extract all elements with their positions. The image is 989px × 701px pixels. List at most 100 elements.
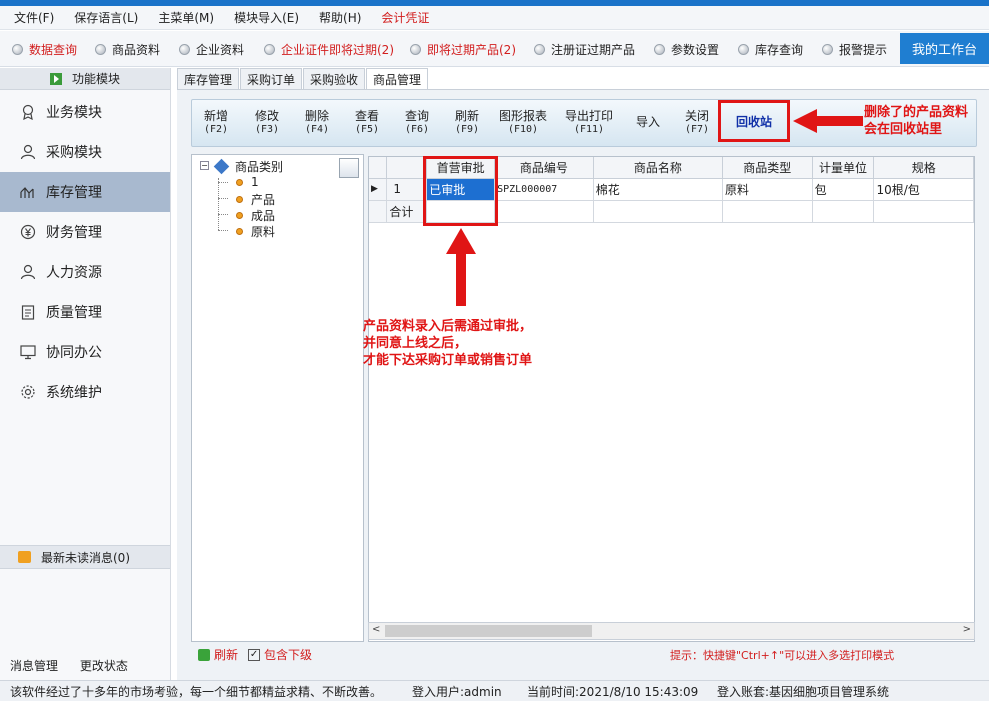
tree-root[interactable]: 商品类别 bbox=[213, 158, 283, 175]
status-intro: 该软件经过了十多年的市场考验，每一个细节都精益求精、不断改善。 bbox=[10, 684, 383, 699]
radio-icon bbox=[179, 43, 190, 55]
menu-main[interactable]: 主菜单(M) bbox=[158, 9, 214, 26]
total-cell bbox=[593, 200, 723, 223]
refresh-button[interactable]: 刷新 (F9) bbox=[455, 110, 479, 136]
scroll-right-icon[interactable]: > bbox=[963, 624, 971, 635]
sidebar: 功能模块 业务模块 采购模块 库存管理 财务管理 人力资源 质量管理 协同办公 … bbox=[0, 68, 171, 680]
scroll-thumb[interactable] bbox=[385, 625, 592, 637]
status-time: 当前时间:2021/8/10 15:43:09 bbox=[527, 684, 699, 699]
cell-product-type[interactable]: 原料 bbox=[722, 178, 813, 201]
tree-line bbox=[218, 214, 228, 215]
tab-purchase-inspection[interactable]: 采购验收 bbox=[303, 68, 366, 89]
delete-button[interactable]: 删除 (F4) bbox=[305, 110, 329, 136]
quick-product-info[interactable]: 商品资料 bbox=[95, 41, 160, 57]
tree-line bbox=[218, 178, 219, 230]
cell-product-name[interactable]: 棉花 bbox=[593, 178, 723, 201]
tree-node[interactable]: 1 bbox=[236, 175, 259, 189]
scroll-left-icon[interactable]: < bbox=[372, 624, 380, 635]
import-button[interactable]: 导入 bbox=[636, 116, 660, 129]
message-manage-link[interactable]: 消息管理 bbox=[10, 659, 58, 673]
quick-inventory-query[interactable]: 库存查询 bbox=[738, 41, 803, 57]
quick-license-expiring[interactable]: 企业证件即将过期(2) bbox=[264, 41, 394, 57]
category-tree: − 商品类别 1 产品 成品 原料 bbox=[191, 154, 364, 642]
module-icon bbox=[49, 72, 62, 85]
sidebar-item-hr[interactable]: 人力资源 bbox=[0, 252, 170, 292]
sidebar-item-maintenance[interactable]: 系统维护 bbox=[0, 372, 170, 412]
add-button[interactable]: 新增 (F2) bbox=[204, 110, 228, 136]
view-button[interactable]: 查看 (F5) bbox=[355, 110, 379, 136]
cell-unit[interactable]: 包 bbox=[812, 178, 875, 201]
monitor-icon bbox=[20, 344, 36, 360]
edit-button[interactable]: 修改 (F3) bbox=[255, 110, 279, 136]
unread-messages[interactable]: 最新未读消息(0) bbox=[0, 545, 170, 569]
sidebar-item-quality[interactable]: 质量管理 bbox=[0, 292, 170, 332]
annotation-arrow-left-icon bbox=[793, 109, 863, 133]
tree-refresh-link[interactable]: 刷新 bbox=[214, 646, 238, 663]
chart-icon bbox=[20, 184, 36, 200]
tree-line bbox=[218, 230, 228, 231]
radio-icon bbox=[12, 43, 23, 55]
sidebar-item-inventory[interactable]: 库存管理 bbox=[0, 172, 170, 212]
query-button[interactable]: 查询 (F6) bbox=[405, 110, 429, 136]
tab-purchase-order[interactable]: 采购订单 bbox=[240, 68, 303, 89]
tree-node[interactable]: 产品 bbox=[236, 191, 275, 208]
total-label: 合计 bbox=[386, 200, 428, 223]
close-button[interactable]: 关闭 (F7) bbox=[685, 110, 709, 136]
my-workbench-button[interactable]: 我的工作台 bbox=[900, 33, 989, 64]
tree-tool-button[interactable] bbox=[339, 158, 359, 178]
sidebar-footer: 消息管理 更改状态 bbox=[10, 657, 146, 674]
change-status-link[interactable]: 更改状态 bbox=[80, 659, 128, 673]
quick-data-query[interactable]: 数据查询 bbox=[12, 41, 77, 57]
speaker-icon bbox=[18, 551, 31, 563]
user-icon bbox=[20, 144, 36, 160]
menu-accounting-voucher[interactable]: 会计凭证 bbox=[381, 9, 429, 26]
quick-alarm-tips[interactable]: 报警提示 bbox=[822, 41, 887, 57]
tree-node[interactable]: 成品 bbox=[236, 207, 275, 224]
menu-help[interactable]: 帮助(H) bbox=[319, 9, 361, 26]
horizontal-scrollbar[interactable]: < > bbox=[368, 622, 975, 640]
export-print-button[interactable]: 导出打印 (F11) bbox=[565, 110, 613, 136]
award-icon bbox=[20, 104, 36, 120]
sidebar-item-purchase[interactable]: 采购模块 bbox=[0, 132, 170, 172]
tree-line bbox=[218, 198, 228, 199]
shortcut-hint: 提示：快捷键"Ctrl+↑"可以进入多选打印模式 bbox=[670, 649, 895, 662]
column-header[interactable]: 计量单位 bbox=[812, 157, 875, 179]
menu-bar: 文件(F) 保存语言(L) 主菜单(M) 模块导入(E) 帮助(H) 会计凭证 bbox=[0, 6, 989, 30]
person-icon bbox=[20, 264, 36, 280]
recycle-bin-button[interactable]: 回收站 bbox=[718, 100, 790, 142]
total-cell bbox=[722, 200, 813, 223]
chart-report-button[interactable]: 图形报表 (F10) bbox=[499, 110, 547, 136]
sidebar-item-finance[interactable]: 财务管理 bbox=[0, 212, 170, 252]
quick-product-expiring[interactable]: 即将过期产品(2) bbox=[410, 41, 516, 57]
collapse-icon[interactable]: − bbox=[200, 161, 209, 170]
tab-product-manage[interactable]: 商品管理 bbox=[366, 68, 429, 90]
tree-options: 刷新 ✓ 包含下级 bbox=[198, 646, 312, 663]
tab-inventory[interactable]: 库存管理 bbox=[177, 68, 240, 89]
sidebar-item-office[interactable]: 协同办公 bbox=[0, 332, 170, 372]
column-header[interactable]: 商品名称 bbox=[593, 157, 723, 179]
menu-save-language[interactable]: 保存语言(L) bbox=[74, 9, 138, 26]
menu-module-import[interactable]: 模块导入(E) bbox=[234, 9, 299, 26]
total-cell bbox=[873, 200, 974, 223]
cell-product-code[interactable]: SPZL000007 bbox=[494, 178, 594, 201]
radio-icon bbox=[738, 43, 749, 55]
column-header[interactable]: 商品类型 bbox=[722, 157, 813, 179]
quick-company-info[interactable]: 企业资料 bbox=[179, 41, 244, 57]
total-cell bbox=[494, 200, 594, 223]
radio-icon bbox=[534, 43, 545, 55]
tree-line bbox=[218, 182, 228, 183]
cell-spec[interactable]: 10根/包 bbox=[873, 178, 974, 201]
quick-registration-expired[interactable]: 注册证过期产品 bbox=[534, 41, 635, 57]
column-header[interactable]: 商品编号 bbox=[494, 157, 594, 179]
include-sub-label: 包含下级 bbox=[264, 648, 313, 662]
quick-parameter-settings[interactable]: 参数设置 bbox=[654, 41, 719, 57]
column-header[interactable]: 规格 bbox=[873, 157, 974, 179]
menu-file[interactable]: 文件(F) bbox=[14, 9, 54, 26]
tree-node[interactable]: 原料 bbox=[236, 223, 275, 240]
include-sub-checkbox[interactable]: ✓ bbox=[248, 648, 261, 661]
refresh-icon bbox=[198, 648, 210, 661]
node-icon bbox=[236, 178, 243, 186]
radio-icon bbox=[410, 43, 421, 55]
radio-icon bbox=[654, 43, 665, 55]
sidebar-item-business[interactable]: 业务模块 bbox=[0, 92, 170, 132]
